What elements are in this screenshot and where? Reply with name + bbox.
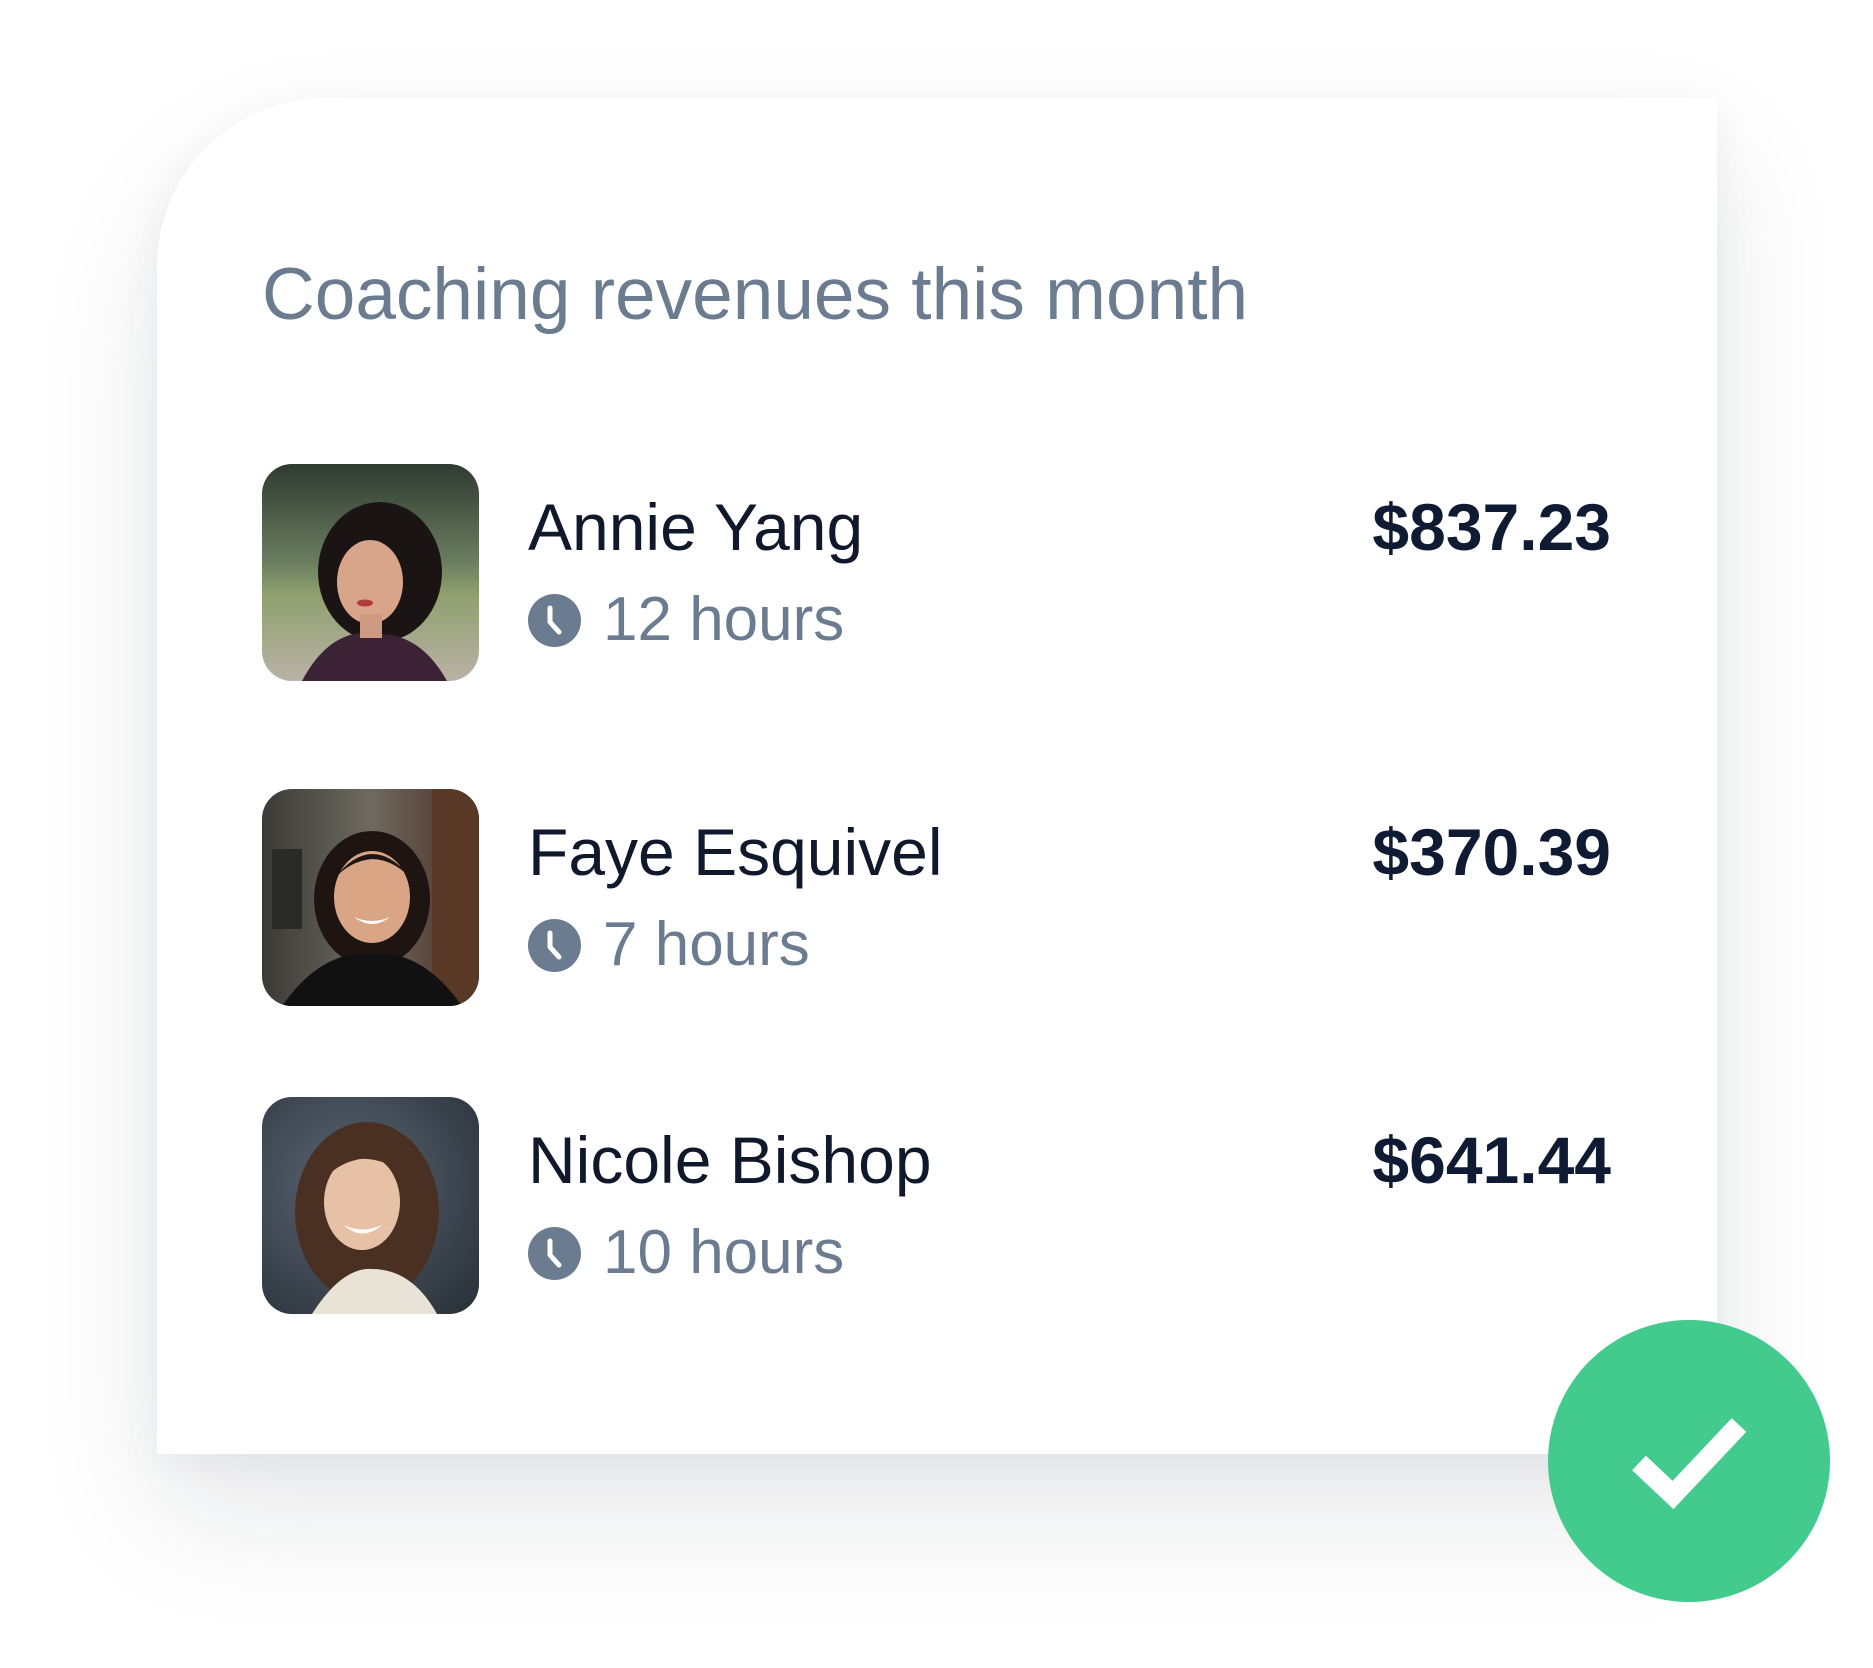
coach-hours: 7 hours [528, 910, 810, 979]
hours-label: 7 hours [603, 910, 810, 979]
person-photo-icon [262, 464, 479, 681]
coach-hours: 12 hours [528, 585, 845, 654]
avatar [262, 464, 479, 681]
coach-name: Nicole Bishop [528, 1123, 932, 1197]
checkmark-icon [1632, 1418, 1747, 1510]
hours-label: 12 hours [603, 585, 845, 654]
coach-name: Faye Esquivel [528, 815, 943, 889]
clock-icon [528, 918, 581, 972]
coach-row-annie-yang[interactable]: Annie Yang 12 hours $837.23 [262, 464, 1611, 681]
hours-label: 10 hours [603, 1218, 845, 1287]
card-title: Coaching revenues this month [262, 254, 1249, 335]
avatar [262, 789, 479, 1006]
coach-name: Annie Yang [528, 490, 864, 564]
clock-icon [528, 593, 581, 647]
revenue-amount: $370.39 [1372, 815, 1611, 889]
coach-row-nicole-bishop[interactable]: Nicole Bishop 10 hours $641.44 [262, 1097, 1611, 1314]
coach-hours: 10 hours [528, 1218, 845, 1287]
avatar [262, 1097, 479, 1314]
revenue-amount: $837.23 [1372, 490, 1611, 564]
clock-icon [528, 1226, 581, 1280]
person-photo-icon [262, 789, 479, 1006]
revenue-amount: $641.44 [1372, 1123, 1611, 1197]
coach-row-faye-esquivel[interactable]: Faye Esquivel 7 hours $370.39 [262, 789, 1611, 1006]
coaching-revenue-card: Coaching revenues this month Annie Yang … [157, 98, 1717, 1454]
confirm-check-button[interactable] [1548, 1320, 1830, 1602]
person-photo-icon [262, 1097, 479, 1314]
